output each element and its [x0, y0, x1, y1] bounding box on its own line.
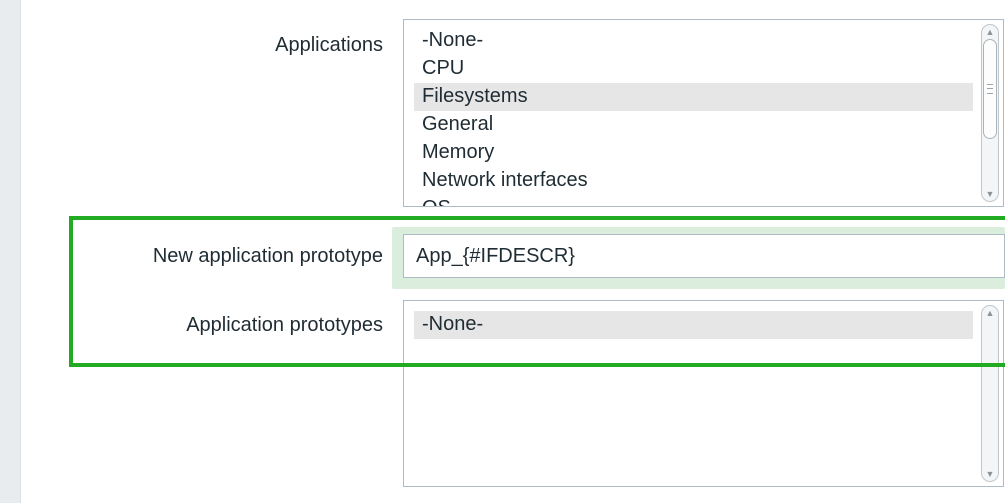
applications-listbox[interactable]: -None- CPU Filesystems General Memory Ne… [403, 19, 1004, 207]
scroll-grip-icon [987, 84, 993, 94]
applications-label: Applications [275, 34, 383, 56]
applications-option-network-interfaces[interactable]: Network interfaces [414, 167, 973, 195]
scroll-down-arrow-icon[interactable]: ▼ [982, 467, 998, 481]
applications-option-os[interactable]: OS [414, 195, 973, 206]
left-panel-edge [0, 0, 21, 503]
applications-option-filesystems[interactable]: Filesystems [414, 83, 973, 111]
applications-option-cpu[interactable]: CPU [414, 55, 973, 83]
applications-scrollbar[interactable]: ▲ ▼ [981, 24, 999, 202]
applications-option-general[interactable]: General [414, 111, 973, 139]
scroll-up-arrow-icon[interactable]: ▲ [982, 25, 998, 39]
applications-option-memory[interactable]: Memory [414, 139, 973, 167]
applications-scroll-thumb[interactable] [983, 39, 997, 139]
scroll-down-arrow-icon[interactable]: ▼ [982, 187, 998, 201]
applications-options: -None- CPU Filesystems General Memory Ne… [414, 27, 973, 206]
highlight-annotation-box [69, 216, 1005, 367]
applications-option-none[interactable]: -None- [414, 27, 973, 55]
